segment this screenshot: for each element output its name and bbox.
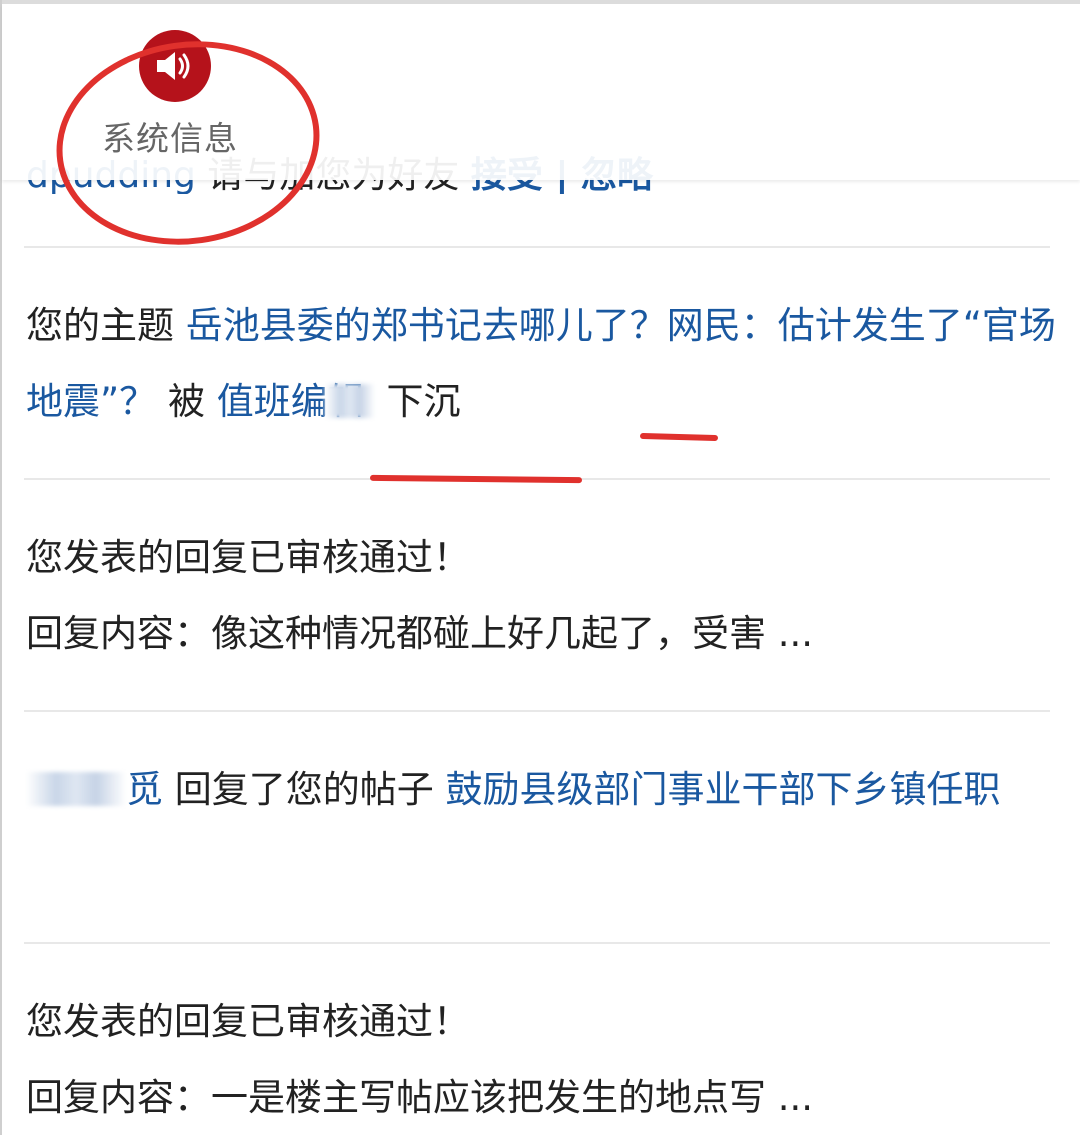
divider [24, 942, 1050, 944]
notification-item-review[interactable]: 您发表的回复已审核通过！ 回复内容：一是楼主写帖应该把发生的地点写 ... [26, 984, 1056, 1136]
blurred-username [26, 772, 126, 806]
notification-text: 回复了您的帖子 [174, 768, 434, 811]
review-status: 您发表的回复已审核通过！ [26, 536, 470, 579]
notification-prefix: 您的主题 [26, 304, 174, 347]
reply-content: 回复内容：一是楼主写帖应该把发生的地点写 ... [26, 1076, 814, 1119]
divider [24, 246, 1050, 248]
notification-item-reply[interactable]: 觅 回复了您的帖子 鼓励县级部门事业干部下乡镇任职 [26, 752, 1056, 828]
sink-action: 下沉 [386, 380, 461, 423]
notification-item-review[interactable]: 您发表的回复已审核通过！ 回复内容：像这种情况都碰上好几起了，受害 ... [26, 520, 1056, 672]
divider [24, 710, 1050, 712]
username-link[interactable]: 觅 [126, 768, 163, 811]
review-status: 您发表的回复已审核通过！ [26, 1000, 470, 1043]
by-label: 被 [167, 380, 205, 423]
blurred-name [324, 384, 375, 418]
annotation-underline [369, 474, 583, 484]
reply-content: 回复内容：像这种情况都碰上好几起了，受害 ... [26, 612, 814, 655]
thread-link[interactable]: 鼓励县级部门事业干部下乡镇任职 [446, 768, 1001, 811]
notification-item-sink[interactable]: 您的主题 岳池县委的郑书记去哪儿了？网民：估计发生了“官场地震”？ 被 值班编辑… [26, 288, 1056, 440]
